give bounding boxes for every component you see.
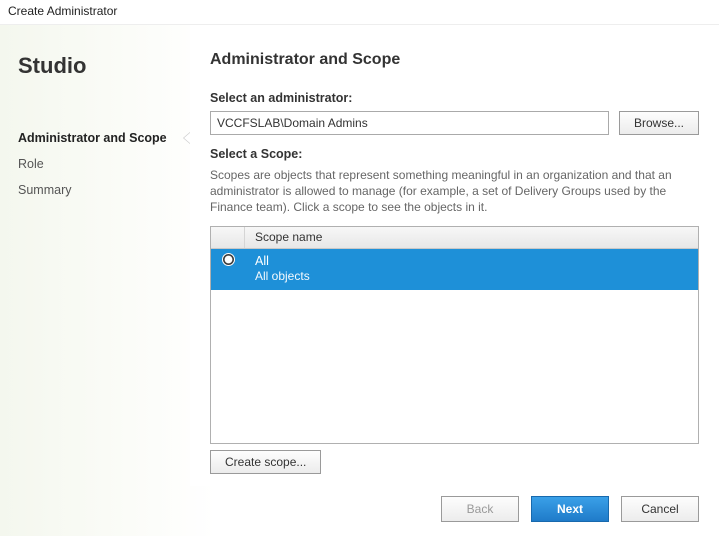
scope-detail: All objects xyxy=(255,269,688,285)
step-administrator-and-scope[interactable]: Administrator and Scope xyxy=(18,125,190,151)
scope-row-all[interactable]: All All objects xyxy=(211,249,698,291)
wizard-footer: Back Next Cancel xyxy=(0,486,719,536)
scope-header-name-col: Scope name xyxy=(245,230,698,244)
scope-table-header: Scope name xyxy=(211,227,698,249)
scope-table-body: All All objects xyxy=(211,249,698,443)
create-scope-button[interactable]: Create scope... xyxy=(210,450,321,474)
scope-header-select-col xyxy=(211,227,245,248)
page-title: Administrator and Scope xyxy=(210,51,699,69)
wizard-steps: Administrator and Scope Role Summary xyxy=(18,125,190,203)
scope-label: Select a Scope: xyxy=(210,147,699,161)
wizard-sidebar: Studio Administrator and Scope Role Summ… xyxy=(0,25,190,486)
app-name: Studio xyxy=(18,53,190,79)
create-scope-row: Create scope... xyxy=(210,450,699,474)
back-button[interactable]: Back xyxy=(441,496,519,522)
scope-radio-all[interactable] xyxy=(222,253,235,266)
browse-button[interactable]: Browse... xyxy=(619,111,699,135)
wizard-content: Administrator and Scope Select an admini… xyxy=(190,25,719,486)
scope-table: Scope name All All objects xyxy=(210,226,699,444)
step-summary[interactable]: Summary xyxy=(18,177,190,203)
scope-description: Scopes are objects that represent someth… xyxy=(210,167,699,216)
cancel-button[interactable]: Cancel xyxy=(621,496,699,522)
scope-name: All xyxy=(255,253,688,269)
step-role[interactable]: Role xyxy=(18,151,190,177)
window-title: Create Administrator xyxy=(0,0,719,24)
administrator-input[interactable] xyxy=(210,111,609,135)
main-area: Studio Administrator and Scope Role Summ… xyxy=(0,25,719,486)
create-administrator-window: Create Administrator Studio Administrato… xyxy=(0,0,719,536)
window-body: Studio Administrator and Scope Role Summ… xyxy=(0,24,719,536)
admin-label: Select an administrator: xyxy=(210,91,699,105)
admin-row: Browse... xyxy=(210,111,699,135)
next-button[interactable]: Next xyxy=(531,496,609,522)
